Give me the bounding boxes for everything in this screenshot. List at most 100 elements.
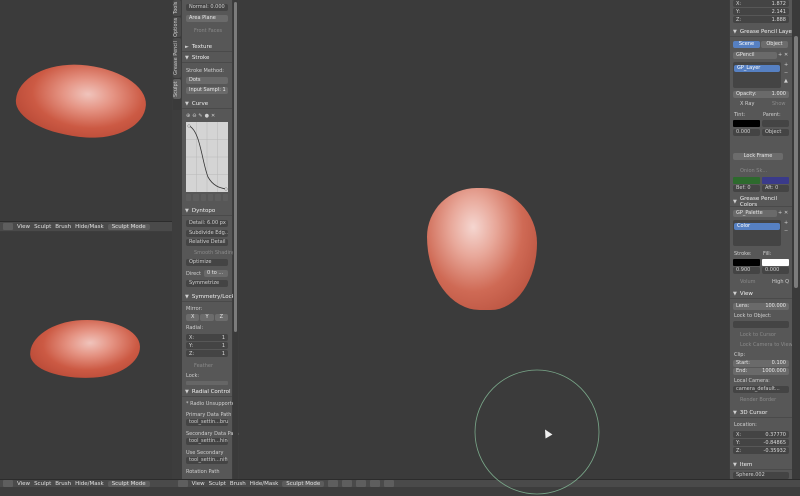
add-icon[interactable]: + bbox=[778, 52, 782, 58]
menu-sculpt[interactable]: Sculpt bbox=[209, 481, 226, 487]
add-layer-icon[interactable]: + bbox=[784, 62, 788, 68]
zoom-out-icon[interactable]: ⊖ bbox=[192, 113, 196, 119]
cursor-section[interactable]: ▼ 3D Cursor bbox=[730, 408, 792, 418]
main-viewport[interactable] bbox=[239, 0, 729, 495]
left-bottom-viewport[interactable] bbox=[0, 232, 172, 480]
gp-color-item[interactable]: Color bbox=[734, 223, 780, 230]
gp-layer-item[interactable]: GP_Layer bbox=[734, 65, 780, 72]
add-color-icon[interactable]: + bbox=[784, 220, 788, 226]
tab-grease-pencil[interactable]: Grease Pencil bbox=[173, 38, 181, 78]
cursor-x-field[interactable]: X: 0.37770 bbox=[733, 431, 789, 438]
optimize-button[interactable]: Optimize bbox=[186, 259, 228, 266]
mirror-y-toggle[interactable]: Y bbox=[200, 314, 214, 321]
mode-select[interactable]: Sculpt Mode bbox=[282, 480, 325, 487]
high-quality-checkbox[interactable]: High Q bbox=[772, 279, 789, 285]
move-up-icon[interactable]: ▲ bbox=[784, 78, 788, 84]
cursor-y-field[interactable]: Y: -0.84865 bbox=[733, 439, 789, 446]
properties-scrollbar-thumb[interactable] bbox=[794, 36, 798, 288]
radial-x-field[interactable]: X: 1 bbox=[186, 334, 228, 341]
scene-tab[interactable]: Scene bbox=[733, 41, 760, 48]
symmetrize-button[interactable]: Symmetrize bbox=[186, 280, 228, 287]
add-icon[interactable]: + bbox=[778, 210, 782, 216]
xray-checkbox[interactable]: X Ray bbox=[740, 101, 754, 107]
subdivide-edges-select[interactable]: Subdivide Edg... bbox=[186, 230, 228, 237]
onion-before-field[interactable]: Bef: 0 bbox=[733, 185, 760, 192]
parent-field[interactable] bbox=[762, 120, 789, 127]
input-samples-field[interactable]: Input Sampl: 1 bbox=[186, 87, 228, 94]
use-secondary-field[interactable]: tool_settin...nified_size bbox=[186, 457, 228, 464]
layer-icon[interactable] bbox=[370, 480, 381, 487]
gpencil-datablock[interactable]: GPencil bbox=[733, 52, 777, 59]
onion-before-swatch[interactable] bbox=[733, 177, 760, 184]
lock-camera-to-view-checkbox[interactable]: Lock Camera to View bbox=[740, 342, 793, 348]
properties-scrollbar[interactable] bbox=[792, 0, 800, 479]
smooth-shading-checkbox[interactable]: Smooth Shading bbox=[194, 250, 235, 256]
tab-tools[interactable]: Tools bbox=[173, 0, 181, 16]
editor-type-icon[interactable] bbox=[3, 223, 13, 230]
stroke-color-swatch[interactable] bbox=[733, 259, 760, 266]
menu-brush[interactable]: Brush bbox=[55, 224, 71, 230]
front-faces-checkbox[interactable]: Front Faces bbox=[194, 28, 222, 34]
volumetric-checkbox[interactable]: Volum bbox=[740, 279, 756, 285]
item-name-field[interactable]: Sphere.002 bbox=[733, 472, 789, 479]
radial-z-field[interactable]: Z: 1 bbox=[186, 350, 228, 357]
render-border-checkbox[interactable]: Render Border bbox=[740, 397, 776, 403]
gp-layer-list[interactable]: GP_Layer bbox=[733, 62, 781, 88]
left-top-viewport[interactable] bbox=[0, 0, 172, 222]
tab-options[interactable]: Options bbox=[173, 17, 181, 37]
stroke-section[interactable]: ▼ Stroke bbox=[182, 53, 232, 63]
smooth-preset-icon[interactable] bbox=[186, 194, 192, 201]
show-points-checkbox[interactable]: Show bbox=[772, 101, 786, 107]
lock-to-cursor-checkbox[interactable]: Lock to Cursor bbox=[740, 332, 776, 338]
primary-data-path-field[interactable]: tool_settin...brush.size bbox=[186, 419, 228, 426]
menu-view[interactable]: View bbox=[17, 481, 30, 487]
feather-checkbox[interactable]: Feather bbox=[194, 363, 213, 369]
dot-icon[interactable]: ● bbox=[205, 113, 209, 119]
curve-section[interactable]: ▼ Curve bbox=[182, 99, 232, 109]
stroke-opacity-field[interactable]: 0.900 bbox=[733, 267, 760, 274]
onion-skin-checkbox[interactable]: Onion Sk... bbox=[740, 168, 767, 174]
mirror-x-toggle[interactable]: X bbox=[186, 314, 200, 321]
wrench-icon[interactable]: ✎ bbox=[198, 113, 202, 119]
fill-opacity-field[interactable]: 0.000 bbox=[762, 267, 789, 274]
lock-to-object-field[interactable] bbox=[733, 321, 789, 328]
menu-brush[interactable]: Brush bbox=[230, 481, 246, 487]
menu-view[interactable]: View bbox=[17, 224, 30, 230]
root-preset-icon[interactable] bbox=[200, 194, 206, 201]
menu-view[interactable]: View bbox=[192, 481, 205, 487]
menu-sculpt[interactable]: Sculpt bbox=[34, 481, 51, 487]
local-camera-field[interactable]: camera_default... bbox=[733, 386, 789, 393]
texture-section[interactable]: ► Texture bbox=[182, 42, 232, 52]
opacity-field[interactable]: Opacity: 1.000 bbox=[733, 91, 789, 98]
onion-after-swatch[interactable] bbox=[762, 177, 789, 184]
tint-color-swatch[interactable] bbox=[733, 120, 760, 127]
item-section[interactable]: ▼ Item bbox=[730, 460, 792, 470]
fill-color-swatch[interactable] bbox=[762, 259, 789, 266]
stroke-method-select[interactable]: Dots bbox=[186, 77, 228, 84]
menu-hide-mask[interactable]: Hide/Mask bbox=[250, 481, 279, 487]
shading-icon[interactable] bbox=[328, 480, 339, 487]
dyntopo-section[interactable]: ▼ Dyntopo bbox=[182, 206, 232, 216]
dimension-y-field[interactable]: Y: 2.141 bbox=[733, 8, 789, 15]
gp-layers-section[interactable]: ▼ Grease Pencil Laye bbox=[730, 27, 792, 37]
view-section[interactable]: ▼ View bbox=[730, 289, 792, 299]
onion-after-field[interactable]: Aft: 0 bbox=[762, 185, 789, 192]
menu-brush[interactable]: Brush bbox=[55, 481, 71, 487]
radial-control-section[interactable]: ▼ Radial Control bbox=[182, 387, 232, 397]
tint-factor-field[interactable]: 0.000 bbox=[733, 129, 760, 136]
sculpt-mesh-main[interactable] bbox=[427, 188, 537, 310]
menu-hide-mask[interactable]: Hide/Mask bbox=[75, 481, 104, 487]
gp-color-list[interactable]: Color bbox=[733, 220, 781, 246]
render-icon[interactable] bbox=[384, 480, 395, 487]
tools-scrollbar[interactable] bbox=[233, 0, 238, 479]
mode-select[interactable]: Sculpt Mode bbox=[107, 480, 150, 487]
close-icon[interactable]: ✕ bbox=[211, 113, 215, 119]
pivot-icon[interactable] bbox=[342, 480, 353, 487]
remove-color-icon[interactable]: − bbox=[784, 228, 788, 234]
gp-colors-section[interactable]: ▼ Grease Pencil Colors bbox=[730, 196, 792, 208]
close-icon[interactable]: ✕ bbox=[784, 52, 788, 58]
parent-type-select[interactable]: Object bbox=[762, 129, 789, 136]
curve-editor[interactable] bbox=[186, 122, 228, 192]
menu-hide-mask[interactable]: Hide/Mask bbox=[75, 224, 104, 230]
lens-field[interactable]: Lens: 100.000 bbox=[733, 303, 789, 310]
